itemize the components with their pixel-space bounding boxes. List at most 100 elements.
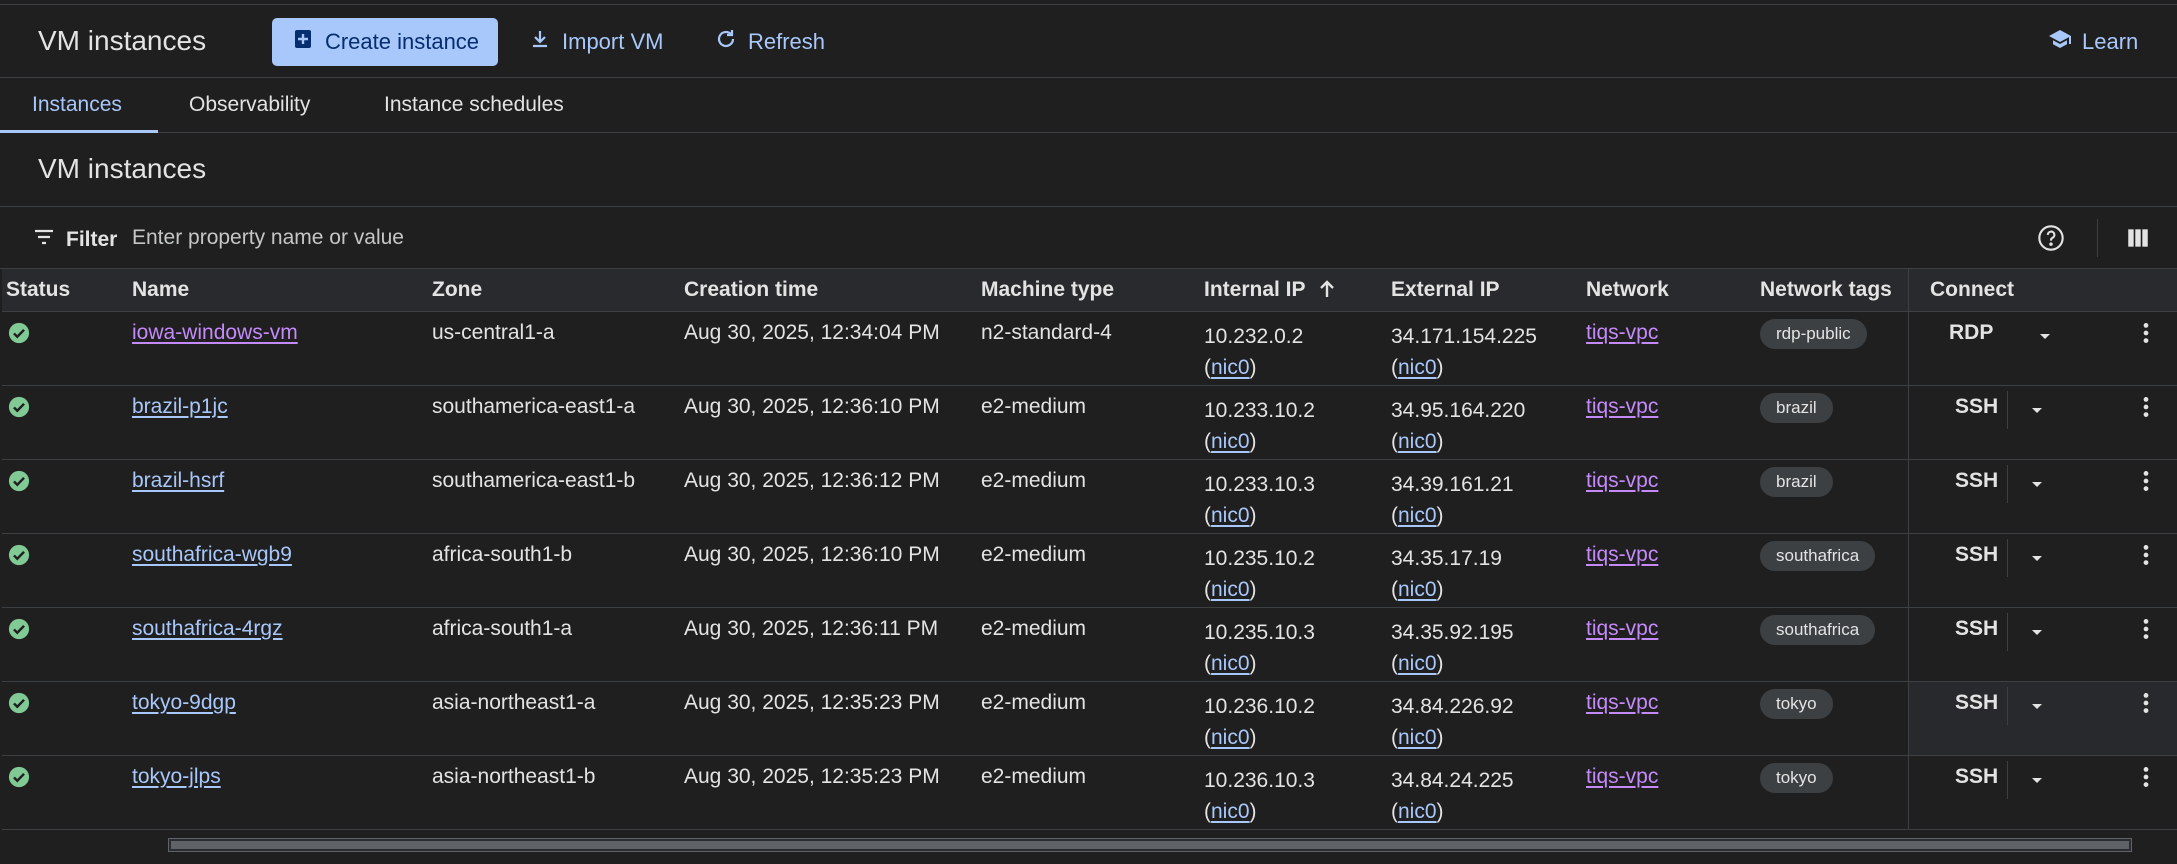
external-nic-link[interactable]: nic0 xyxy=(1398,504,1437,527)
external-nic-link[interactable]: nic0 xyxy=(1398,578,1437,601)
table-body: iowa-windows-vm us-central1-a Aug 30, 2025… xyxy=(2,312,2177,830)
arrow-drop-down-icon[interactable] xyxy=(2027,474,2047,494)
instance-name-link[interactable]: brazil-hsrf xyxy=(132,469,224,492)
external-nic-link[interactable]: nic0 xyxy=(1398,430,1437,453)
horizontal-scrollbar[interactable] xyxy=(168,838,2132,852)
internal-nic-link[interactable]: nic0 xyxy=(1211,652,1250,675)
internal-ip-cell: 10.235.10.2 (nic0) xyxy=(1204,543,1315,605)
check-circle-icon xyxy=(8,396,30,418)
internal-nic-link[interactable]: nic0 xyxy=(1211,578,1250,601)
tab-observability[interactable]: Observability xyxy=(189,93,310,117)
connect-button[interactable]: SSH xyxy=(1955,543,1998,567)
network-link[interactable]: tiqs-vpc xyxy=(1586,765,1658,788)
network-link[interactable]: tiqs-vpc xyxy=(1586,617,1658,640)
external-nic-link[interactable]: nic0 xyxy=(1398,356,1437,379)
machine-type-cell: e2-medium xyxy=(981,617,1087,640)
check-circle-icon xyxy=(8,470,30,492)
internal-nic-link[interactable]: nic0 xyxy=(1211,504,1250,527)
scrollbar-thumb[interactable] xyxy=(171,841,2129,849)
filter-bar: Filter xyxy=(0,207,2177,269)
column-header-connect: Connect xyxy=(1930,278,2014,301)
external-nic-link[interactable]: nic0 xyxy=(1398,800,1437,823)
more-vert-icon[interactable] xyxy=(2133,690,2159,716)
instance-name-link[interactable]: iowa-windows-vm xyxy=(132,321,298,344)
create-instance-button[interactable]: Create instance xyxy=(272,18,498,66)
tab-instance-schedules[interactable]: Instance schedules xyxy=(384,93,564,117)
arrow-drop-down-icon[interactable] xyxy=(2035,326,2055,346)
connect-button[interactable]: SSH xyxy=(1955,395,1998,419)
arrow-drop-down-icon[interactable] xyxy=(2027,622,2047,642)
school-icon xyxy=(2048,27,2072,57)
connect-button[interactable]: SSH xyxy=(1955,691,1998,715)
connect-cell: SSH xyxy=(1908,608,2177,681)
table-row: southafrica-4rgz africa-south1-a Aug 30, 2… xyxy=(2,608,2177,682)
network-link[interactable]: tiqs-vpc xyxy=(1586,469,1658,492)
columns-icon[interactable] xyxy=(2125,225,2151,251)
internal-nic-link[interactable]: nic0 xyxy=(1211,430,1250,453)
instance-name-link[interactable]: southafrica-wgb9 xyxy=(132,543,292,566)
zone-cell: africa-south1-b xyxy=(432,543,573,566)
import-vm-label: Import VM xyxy=(562,29,664,54)
more-vert-icon[interactable] xyxy=(2133,764,2159,790)
arrow-drop-down-icon[interactable] xyxy=(2027,770,2047,790)
zone-cell: africa-south1-a xyxy=(432,617,573,640)
more-vert-icon[interactable] xyxy=(2133,320,2159,346)
table-row: iowa-windows-vm us-central1-a Aug 30, 2025… xyxy=(2,312,2177,386)
help-icon[interactable] xyxy=(2037,224,2065,252)
connect-divider xyxy=(2007,391,2008,429)
more-vert-icon[interactable] xyxy=(2133,542,2159,568)
internal-nic-link[interactable]: nic0 xyxy=(1211,800,1250,823)
table-row: brazil-p1jc southamerica-east1-a Aug 30, 2… xyxy=(2,386,2177,460)
connect-button[interactable]: SSH xyxy=(1955,469,1998,493)
arrow-up-icon[interactable] xyxy=(1315,277,1339,301)
column-divider xyxy=(1908,269,1909,311)
column-header-zone[interactable]: Zone xyxy=(432,278,482,302)
connect-button[interactable]: RDP xyxy=(1949,321,1993,345)
arrow-drop-down-icon[interactable] xyxy=(2027,696,2047,716)
connect-cell: RDP xyxy=(1908,312,2177,385)
tab-instances[interactable]: Instances xyxy=(32,93,122,117)
column-header-name[interactable]: Name xyxy=(132,278,189,302)
column-header-network[interactable]: Network xyxy=(1586,278,1669,302)
instances-table: Status Name Zone Creation time Machine t… xyxy=(2,269,2177,830)
connect-button[interactable]: SSH xyxy=(1955,765,1998,789)
column-header-internal-ip[interactable]: Internal IP xyxy=(1204,278,1306,302)
check-circle-icon xyxy=(8,618,30,640)
refresh-button[interactable]: Refresh xyxy=(714,18,825,66)
connect-divider xyxy=(2007,687,2008,725)
arrow-drop-down-icon[interactable] xyxy=(2027,400,2047,420)
more-vert-icon[interactable] xyxy=(2133,394,2159,420)
connect-button[interactable]: SSH xyxy=(1955,617,1998,641)
external-nic-link[interactable]: nic0 xyxy=(1398,726,1437,749)
filter-label: Filter xyxy=(66,228,118,251)
internal-nic-link[interactable]: nic0 xyxy=(1211,726,1250,749)
connect-divider xyxy=(2007,539,2008,577)
network-link[interactable]: tiqs-vpc xyxy=(1586,321,1658,344)
creation-time-cell: Aug 30, 2025, 12:35:23 PM xyxy=(684,765,940,788)
filter-button[interactable]: Filter xyxy=(32,225,117,255)
machine-type-cell: e2-medium xyxy=(981,691,1087,714)
column-header-status[interactable]: Status xyxy=(6,278,70,302)
external-nic-link[interactable]: nic0 xyxy=(1398,652,1437,675)
instance-name-link[interactable]: southafrica-4rgz xyxy=(132,617,283,640)
column-header-creation-time[interactable]: Creation time xyxy=(684,278,818,302)
more-vert-icon[interactable] xyxy=(2133,468,2159,494)
arrow-drop-down-icon[interactable] xyxy=(2027,548,2047,568)
column-header-external-ip[interactable]: External IP xyxy=(1391,278,1500,302)
instance-name-link[interactable]: tokyo-jlps xyxy=(132,765,221,788)
learn-button[interactable]: Learn xyxy=(2048,18,2138,66)
column-header-machine-type[interactable]: Machine type xyxy=(981,278,1114,302)
more-vert-icon[interactable] xyxy=(2133,616,2159,642)
internal-nic-link[interactable]: nic0 xyxy=(1211,356,1250,379)
network-link[interactable]: tiqs-vpc xyxy=(1586,395,1658,418)
column-header-network-tags[interactable]: Network tags xyxy=(1760,278,1892,302)
instance-name-link[interactable]: brazil-p1jc xyxy=(132,395,228,418)
refresh-icon xyxy=(714,27,738,57)
import-vm-button[interactable]: Import VM xyxy=(528,18,663,66)
instance-name-link[interactable]: tokyo-9dgp xyxy=(132,691,236,714)
filter-input[interactable] xyxy=(132,221,732,255)
zone-cell: southamerica-east1-a xyxy=(432,395,636,418)
network-tag-chip: brazil xyxy=(1760,467,1833,497)
network-link[interactable]: tiqs-vpc xyxy=(1586,543,1658,566)
network-link[interactable]: tiqs-vpc xyxy=(1586,691,1658,714)
